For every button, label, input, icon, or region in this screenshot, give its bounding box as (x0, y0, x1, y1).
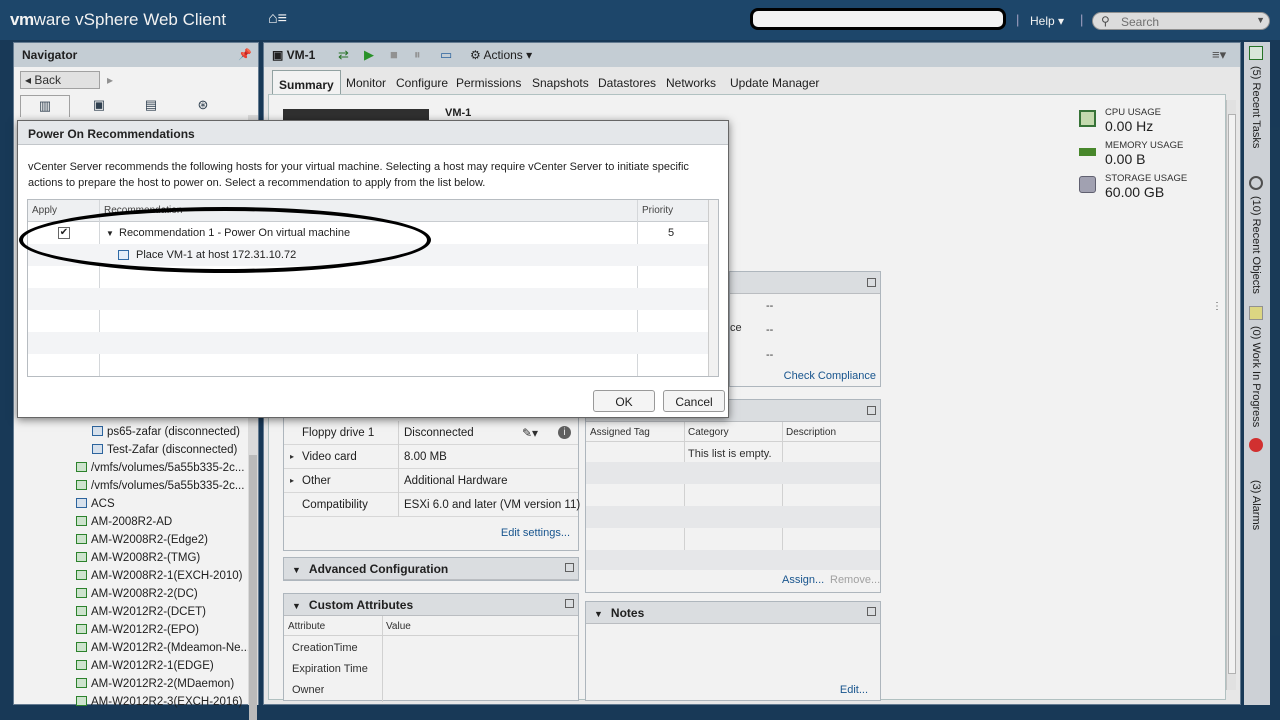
apply-checkbox[interactable]: ✔ (58, 227, 70, 239)
grid-scrollbar[interactable] (708, 200, 718, 376)
priority-column-header[interactable]: Priority (642, 205, 673, 216)
ok-button[interactable]: OK (593, 390, 655, 412)
cancel-button[interactable]: Cancel (663, 390, 725, 412)
dialog-title: Power On Recommendations (18, 121, 728, 145)
vm-icon (118, 250, 129, 260)
recommendation-row[interactable]: ✔ ▼ Recommendation 1 - Power On virtual … (28, 222, 710, 244)
apply-column-header[interactable]: Apply (32, 205, 57, 216)
grid-header: Apply Recommendation Priority (28, 200, 718, 222)
recommendation-column-header[interactable]: Recommendation (104, 205, 182, 216)
priority-value: 5 (668, 227, 675, 239)
recommendations-grid: Apply Recommendation Priority ✔ ▼ Recomm… (27, 199, 719, 377)
recommendation-action-row[interactable]: Place VM-1 at host 172.31.10.72 (28, 244, 710, 266)
power-on-recommendations-dialog: Power On Recommendations vCenter Server … (17, 120, 729, 418)
dialog-message: vCenter Server recommends the following … (28, 161, 689, 189)
expand-toggle-icon[interactable]: ▼ (106, 229, 114, 238)
